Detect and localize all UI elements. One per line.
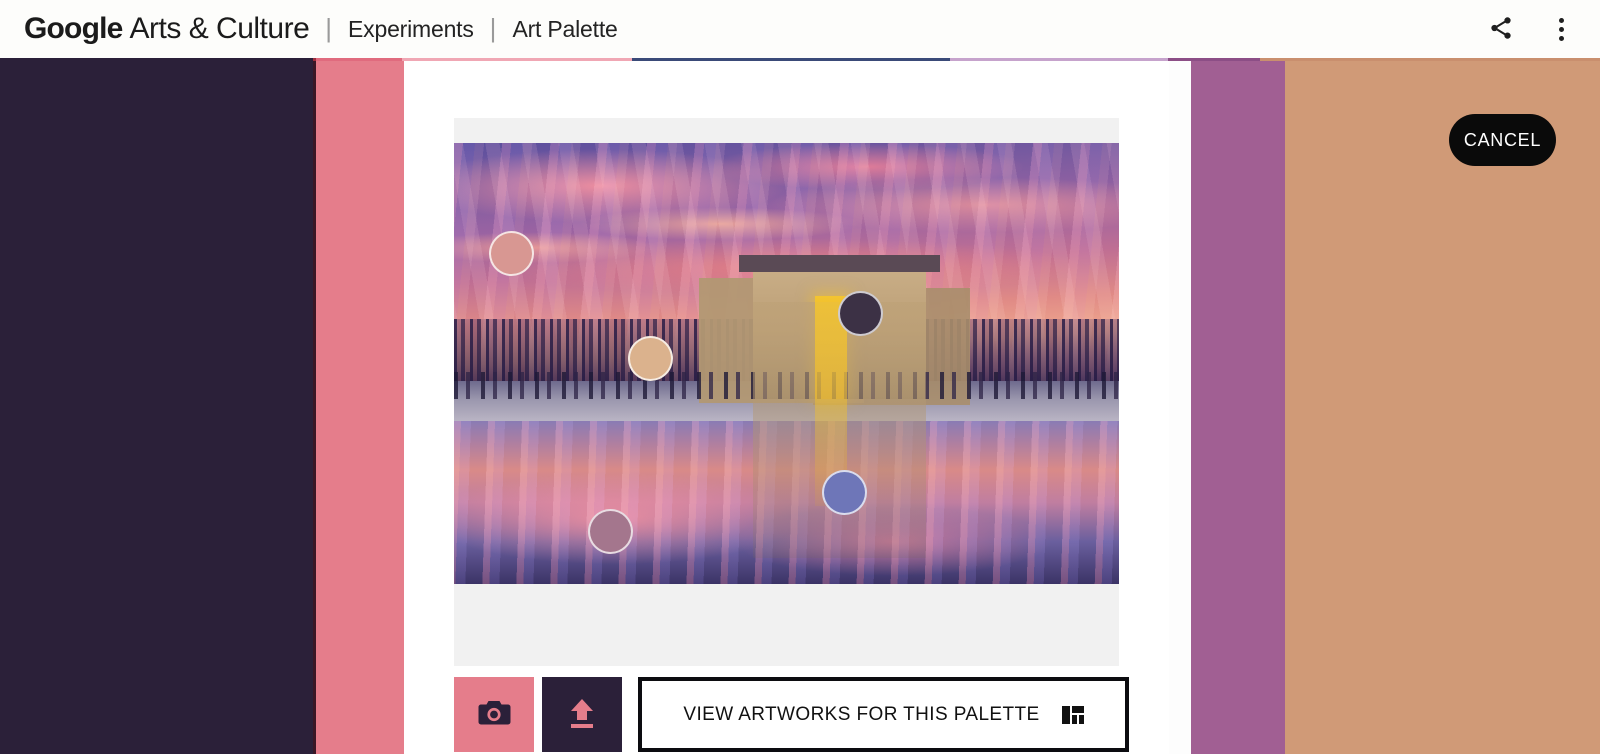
strip-tan-peach: [1285, 58, 1600, 754]
color-swatch-4[interactable]: [822, 470, 867, 515]
strip-mauve: [1191, 58, 1285, 754]
art-palette-page: VIEW ARTWORKS FOR THIS PALETTE Google Ar…: [0, 0, 1600, 754]
strip-salmon-pink: [316, 58, 404, 754]
accent-lilac: [950, 58, 1168, 61]
brand-product-text: Arts & Culture: [129, 12, 310, 45]
view-artworks-button[interactable]: VIEW ARTWORKS FOR THIS PALETTE: [638, 677, 1129, 752]
camera-icon: [477, 698, 511, 731]
accent-dark-plum: [0, 58, 313, 61]
grid-mosaic-icon: [1061, 705, 1084, 724]
header-actions: [1484, 0, 1578, 58]
color-swatch-3[interactable]: [838, 291, 883, 336]
strip-dark-plum: [0, 58, 313, 754]
accent-plum-line: [1168, 58, 1260, 61]
take-photo-button[interactable]: [454, 677, 534, 752]
color-swatch-2[interactable]: [628, 336, 673, 381]
brand-google-text: Google: [24, 12, 123, 45]
nav-link-art-palette[interactable]: Art Palette: [512, 16, 617, 43]
photo-temple-reflection: [753, 301, 927, 558]
palette-card: VIEW ARTWORKS FOR THIS PALETTE: [404, 58, 1169, 754]
app-header: Google Arts & Culture | Experiments | Ar…: [0, 0, 1600, 58]
cancel-button[interactable]: CANCEL: [1449, 114, 1556, 166]
uploaded-photo[interactable]: [454, 143, 1119, 584]
upload-icon: [567, 697, 597, 732]
view-artworks-label: VIEW ARTWORKS FOR THIS PALETTE: [683, 703, 1040, 725]
brand-logo[interactable]: Google Arts & Culture: [0, 12, 310, 46]
nav-link-experiments[interactable]: Experiments: [348, 16, 474, 43]
accent-rose-thin: [402, 58, 632, 61]
accent-tan: [1260, 58, 1600, 61]
action-bar: VIEW ARTWORKS FOR THIS PALETTE: [454, 677, 1129, 752]
color-swatch-5[interactable]: [588, 509, 633, 554]
more-options-button[interactable]: [1544, 12, 1578, 46]
photo-frame: [454, 118, 1119, 666]
share-icon: [1488, 15, 1514, 44]
accent-salmon: [316, 58, 402, 61]
color-swatch-1[interactable]: [489, 231, 534, 276]
header-separator-2: |: [489, 12, 497, 43]
share-button[interactable]: [1484, 12, 1518, 46]
more-vertical-icon: [1558, 17, 1564, 41]
header-separator-1: |: [325, 12, 333, 43]
upload-photo-button[interactable]: [542, 677, 622, 752]
strip-white-gap: [1169, 58, 1191, 754]
accent-navy: [632, 58, 950, 61]
